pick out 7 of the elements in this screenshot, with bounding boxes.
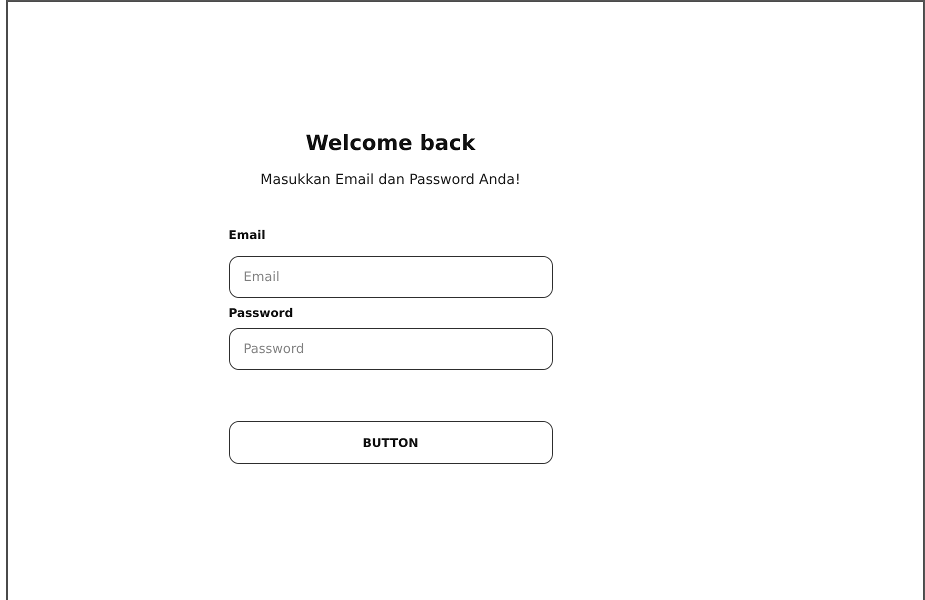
welcome-title: Welcome back	[304, 130, 476, 157]
input-field[interactable]: Email	[228, 256, 552, 298]
subtitle: Masukkan Email dan Password Anda!	[259, 172, 522, 188]
submit-button[interactable]: BUTTON	[228, 421, 552, 464]
input-field[interactable]: Password	[228, 328, 552, 370]
field-label: Password	[228, 306, 294, 320]
field-label: Email	[228, 228, 267, 242]
